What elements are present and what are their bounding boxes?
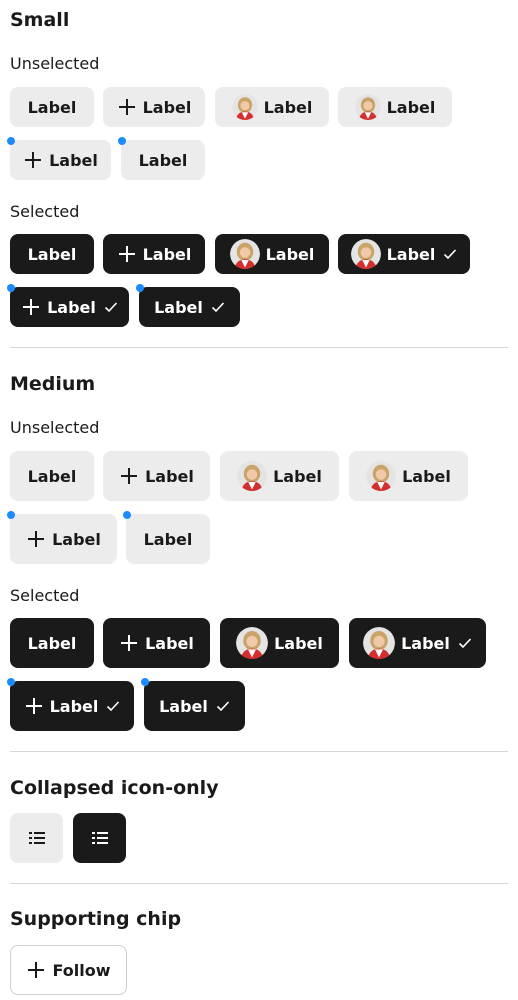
plus-icon <box>23 299 40 315</box>
notification-dot <box>136 284 144 292</box>
chip-label: Label <box>402 466 451 486</box>
section-title-small: Small <box>10 9 70 31</box>
avatar <box>350 239 381 269</box>
chip-medium-avatar-check-selected[interactable]: Label <box>349 618 486 668</box>
chip-small-badge-unselected[interactable]: Label <box>118 137 205 180</box>
chip-small-badge-check-selected[interactable]: Label <box>136 284 240 327</box>
follow-button[interactable]: Follow <box>10 945 127 995</box>
chip-label: Label <box>27 633 77 653</box>
chip-small-avatar-unselected-2[interactable]: Label <box>338 87 452 127</box>
chip-label: Label <box>145 466 194 486</box>
chip-medium-add-selected[interactable]: Label <box>103 618 210 668</box>
chip-icon-only-selected[interactable] <box>73 813 126 863</box>
chip-label: Label <box>52 529 101 549</box>
chip-medium-avatar-unselected-2[interactable]: Label <box>349 451 468 501</box>
check-icon <box>216 701 229 712</box>
chip-medium-add-badge-unselected[interactable]: Label <box>7 511 117 564</box>
chip-small-avatar-unselected[interactable]: Label <box>215 87 329 127</box>
notification-dot <box>7 284 15 292</box>
notification-dot <box>7 137 15 145</box>
notification-dot <box>141 678 149 686</box>
chip-label: Label <box>273 466 322 486</box>
chip-label: Label <box>274 633 323 653</box>
plus-icon <box>118 246 135 262</box>
check-icon <box>107 701 120 712</box>
chip-label: Label <box>386 244 436 264</box>
chip-label: Label <box>138 150 188 170</box>
chip-small-add-badge-check-selected[interactable]: Label <box>7 284 129 327</box>
plus-icon <box>28 531 45 547</box>
chip-label: Label <box>386 97 436 117</box>
subtitle-small-selected: Selected <box>10 202 80 221</box>
plus-icon <box>118 99 135 115</box>
follow-label: Follow <box>52 960 111 980</box>
chip-icon-only-unselected[interactable] <box>10 813 63 863</box>
avatar <box>237 461 268 491</box>
check-icon <box>458 638 471 649</box>
chip-label: Label <box>265 244 315 264</box>
chip-label: Label <box>145 633 194 653</box>
chip-small-label-unselected[interactable]: Label <box>10 87 94 127</box>
notification-dot <box>7 511 15 519</box>
check-icon <box>104 302 117 313</box>
notification-dot <box>118 137 126 145</box>
chip-medium-avatar-selected[interactable]: Label <box>220 618 339 668</box>
chip-medium-badge-check-selected[interactable]: Label <box>141 678 245 731</box>
chip-medium-badge-unselected[interactable]: Label <box>123 511 210 564</box>
list-icon <box>91 832 108 844</box>
chip-medium-label-unselected[interactable]: Label <box>10 451 94 501</box>
divider <box>10 347 508 348</box>
chip-label: Label <box>159 696 208 716</box>
chip-small-avatar-check-selected[interactable]: Label <box>338 234 470 274</box>
subtitle-medium-unselected: Unselected <box>10 418 100 437</box>
check-icon <box>444 249 457 260</box>
list-icon <box>28 832 45 844</box>
chip-label: Label <box>27 97 77 117</box>
plus-icon <box>28 962 45 978</box>
chip-label: Label <box>154 297 203 317</box>
plus-icon <box>121 468 138 484</box>
chip-medium-avatar-unselected[interactable]: Label <box>220 451 339 501</box>
plus-icon <box>25 698 42 714</box>
chip-label: Label <box>47 297 96 317</box>
divider <box>10 883 508 884</box>
chip-label: Label <box>263 97 313 117</box>
check-icon <box>211 302 224 313</box>
subtitle-small-unselected: Unselected <box>10 54 100 73</box>
chip-label: Label <box>143 529 193 549</box>
chip-label: Label <box>401 633 450 653</box>
chip-label: Label <box>49 150 98 170</box>
chip-label: Label <box>27 466 77 486</box>
avatar <box>236 627 269 659</box>
chip-label: Label <box>142 97 192 117</box>
section-title-supporting: Supporting chip <box>10 908 182 930</box>
chip-small-add-badge-unselected[interactable]: Label <box>7 137 111 180</box>
plus-icon <box>121 635 138 651</box>
chip-small-add-selected[interactable]: Label <box>103 234 205 274</box>
chip-medium-add-badge-check-selected[interactable]: Label <box>7 678 134 731</box>
chip-small-avatar-selected[interactable]: Label <box>215 234 329 274</box>
chip-medium-add-unselected[interactable]: Label <box>103 451 210 501</box>
plus-icon <box>25 152 42 168</box>
chip-label: Label <box>142 244 192 264</box>
avatar <box>363 627 396 659</box>
avatar <box>354 94 381 120</box>
chip-label: Label <box>49 696 99 716</box>
avatar <box>366 461 397 491</box>
chip-label: Label <box>27 244 77 264</box>
notification-dot <box>7 678 15 686</box>
section-title-collapsed: Collapsed icon-only <box>10 777 219 799</box>
divider <box>10 751 508 752</box>
notification-dot <box>123 511 131 519</box>
avatar <box>231 94 258 120</box>
avatar <box>229 239 260 269</box>
chip-small-add-unselected[interactable]: Label <box>103 87 205 127</box>
subtitle-medium-selected: Selected <box>10 586 80 605</box>
chip-medium-label-selected[interactable]: Label <box>10 618 94 668</box>
chip-small-label-selected[interactable]: Label <box>10 234 94 274</box>
section-title-medium: Medium <box>10 373 96 395</box>
